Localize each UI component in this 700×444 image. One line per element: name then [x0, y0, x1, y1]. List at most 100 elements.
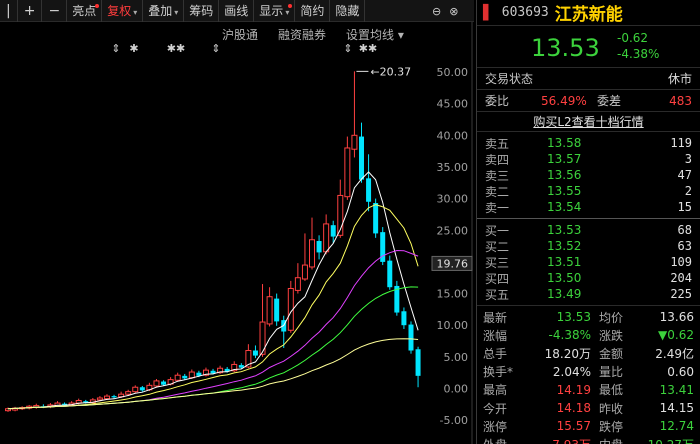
stats-b: ▼0.62 [658, 328, 694, 343]
stats-row: 最高 14.19 最低 13.41 [477, 381, 700, 399]
candle-body-up [351, 134, 358, 150]
stats-k: 涨停 [483, 419, 508, 434]
candle-body-down [408, 324, 414, 351]
notification-dot [95, 3, 100, 8]
stats-a: 18.20万 [544, 346, 591, 361]
asks-row[interactable]: 卖五 13.58 119 [477, 135, 700, 151]
stats-k2: 内盘 [599, 436, 643, 444]
notification-dot [288, 3, 293, 8]
bids-row[interactable]: 买一 13.53 68 [477, 222, 700, 238]
stock-header: ▌ 603693 江苏新能 [477, 0, 700, 26]
event-marker: ✱✱ [167, 42, 185, 55]
asks-vol: 119 [670, 136, 692, 150]
asks-price: 13.54 [547, 200, 582, 214]
candle-body-down [139, 387, 145, 391]
bids-price: 13.51 [547, 255, 582, 269]
asks-price: 13.55 [547, 184, 582, 198]
candle-body-up [309, 239, 316, 268]
stats-b: 12.74 [659, 419, 694, 434]
menu-bar-icon[interactable]: ▌ [483, 5, 494, 21]
kline-canvas[interactable]: 50.0045.0040.0035.0030.0025.0020.0015.00… [0, 22, 474, 444]
trade-status-label: 交易状态 [485, 72, 534, 86]
candle-body-up [96, 397, 103, 401]
toolbar-item-1[interactable]: + [18, 0, 43, 22]
candle-body-down [330, 225, 336, 237]
stats-k2: 金额 [599, 346, 624, 361]
toolbar-item-label: 亮点 [72, 3, 97, 18]
candle-body-down [252, 350, 258, 356]
candle-body-up [188, 371, 195, 379]
toolbar-item-2[interactable]: − [42, 0, 68, 22]
stats-k: 今开 [483, 401, 508, 416]
stats-k2: 跌停 [599, 419, 624, 434]
kline-chart[interactable]: 50.0045.0040.0035.0030.0025.0020.0015.00… [0, 22, 474, 444]
toolbar-item-3[interactable]: 亮点 [67, 0, 103, 22]
stats-k: 换手* [483, 365, 514, 380]
candle-body-down [111, 396, 117, 398]
toolbar-item-4[interactable]: 复权 ▾ [102, 0, 144, 22]
bids-row[interactable]: 买二 13.52 63 [477, 238, 700, 254]
trade-status-value: 休市 [667, 72, 692, 86]
toolbar-item-10[interactable]: 隐藏 [330, 0, 366, 22]
stock-name: 江苏新能 [554, 5, 623, 25]
toolbar-item-label: 复权 [107, 3, 132, 18]
close-icon[interactable]: ⊗ [445, 5, 462, 18]
asks-price: 13.58 [547, 136, 582, 150]
asks-row[interactable]: 卖四 13.57 3 [477, 151, 700, 167]
stats-k2: 昨收 [599, 401, 624, 416]
margin-trading-link[interactable]: 融资融券 [278, 26, 326, 43]
order-ratio-row: 委比 56.49% 委差 483 [477, 90, 700, 112]
axis-tick-label: 40.00 [437, 129, 469, 142]
stats-row: 外盘7.93万内盘10.27万 [477, 435, 700, 444]
toolbar-item-label: 简约 [300, 3, 325, 18]
stats-k: 涨幅 [483, 328, 508, 343]
asks-row[interactable]: 卖一 13.54 15 [477, 199, 700, 215]
chevron-down-icon: ▾ [174, 7, 179, 17]
axis-current-label: 19.76 [437, 257, 469, 270]
asks-row[interactable]: 卖二 13.55 2 [477, 183, 700, 199]
candle-body-down [366, 178, 372, 202]
toolbar-item-label: + [23, 2, 36, 19]
last-price: 13.53 [531, 34, 600, 62]
bids-vol: 109 [670, 255, 692, 269]
toolbar-item-label: 画线 [224, 3, 249, 18]
stats-row: 今开 14.18 昨收 14.15 [477, 399, 700, 417]
change-percent: -4.38% [617, 47, 660, 61]
candle-body-up [153, 380, 160, 387]
stats-row: 最新 13.53 均价 13.66 [477, 308, 700, 326]
stats-k2: 均价 [599, 310, 624, 325]
bids-row[interactable]: 买三 13.51 109 [477, 254, 700, 270]
candle-body-down [274, 298, 280, 322]
asks-vol: 15 [677, 200, 692, 214]
zoom-out-icon[interactable]: ⊖ [428, 5, 445, 18]
toolbar-item-5[interactable]: 叠加 ▾ [143, 0, 185, 22]
toolbar-item-9[interactable]: 简约 [295, 0, 331, 22]
stats-k2: 涨跌 [599, 328, 624, 343]
event-marker: ⇕ [211, 42, 220, 55]
toolbar-item-8[interactable]: 显示 ▾ [254, 0, 296, 22]
stats-k: 外盘 [483, 436, 523, 444]
bids-row[interactable]: 买四 13.50 204 [477, 270, 700, 286]
stats-b: 14.15 [659, 401, 694, 416]
axis-tick-label: 50.00 [437, 66, 469, 79]
stats-row: 涨幅 -4.38% 涨跌 ▼0.62 [477, 326, 700, 344]
hk-connect-link[interactable]: 沪股通 [222, 26, 258, 43]
candle-body-up [323, 223, 330, 253]
event-marker: ⇕ [111, 42, 120, 55]
ma-settings-link[interactable]: 设置均线 ▾ [346, 26, 404, 43]
asks-price: 13.57 [547, 152, 582, 166]
toolbar-item-label: 隐藏 [335, 3, 360, 18]
toolbar-item-6[interactable]: 筹码 [184, 0, 220, 22]
stats-k: 总手 [483, 346, 508, 361]
bids-row[interactable]: 买五 13.49 225 [477, 286, 700, 302]
asks-row[interactable]: 卖三 13.56 47 [477, 167, 700, 183]
order-diff-value: 483 [669, 93, 692, 108]
toolbar-item-label: 筹码 [189, 3, 214, 18]
quote-panel: ▌ 603693 江苏新能 13.53 -0.62 -4.38% 交易状态 休市… [476, 0, 700, 444]
stats-b: 0.60 [667, 364, 694, 379]
stats-row: 换手* 2.04% 量比 0.60 [477, 363, 700, 381]
buy-l2-link[interactable]: 购买L2查看十档行情 [477, 112, 700, 132]
toolbar-item-0[interactable]: | [0, 0, 18, 22]
toolbar-item-7[interactable]: 画线 [219, 0, 255, 22]
stats-table: 最新 13.53 均价 13.66 涨幅 -4.38% 涨跌 ▼0.62 总手 18.20万 金额 2… [477, 306, 700, 444]
